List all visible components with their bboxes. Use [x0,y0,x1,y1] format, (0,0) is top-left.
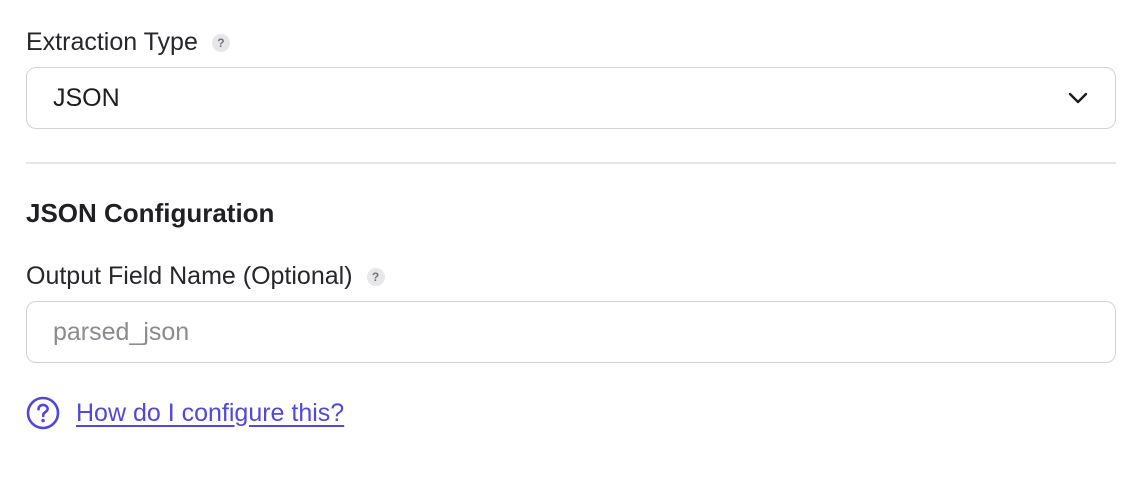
output-field-name-label: Output Field Name (Optional) [26,262,353,290]
chevron-down-icon [1067,87,1089,109]
json-configuration-heading: JSON Configuration [26,198,275,228]
output-field-name-input[interactable] [53,317,1089,347]
extraction-type-selected-value: JSON [53,83,120,112]
question-circle-icon[interactable] [26,396,60,430]
extraction-type-label: Extraction Type [26,28,198,56]
help-link-row[interactable]: How do I configure this? [26,396,344,430]
extraction-type-label-row: Extraction Type ? [26,28,230,57]
extraction-type-select[interactable]: JSON [26,67,1116,129]
help-icon[interactable]: ? [211,33,230,52]
section-divider [26,162,1116,164]
extraction-settings-panel: Extraction Type ? JSON JSON Configuratio… [0,0,1136,490]
how-to-configure-link[interactable]: How do I configure this? [76,399,344,428]
output-field-name-input-box[interactable] [26,301,1116,363]
help-icon[interactable]: ? [366,267,385,286]
output-field-label-row: Output Field Name (Optional) ? [26,262,385,291]
